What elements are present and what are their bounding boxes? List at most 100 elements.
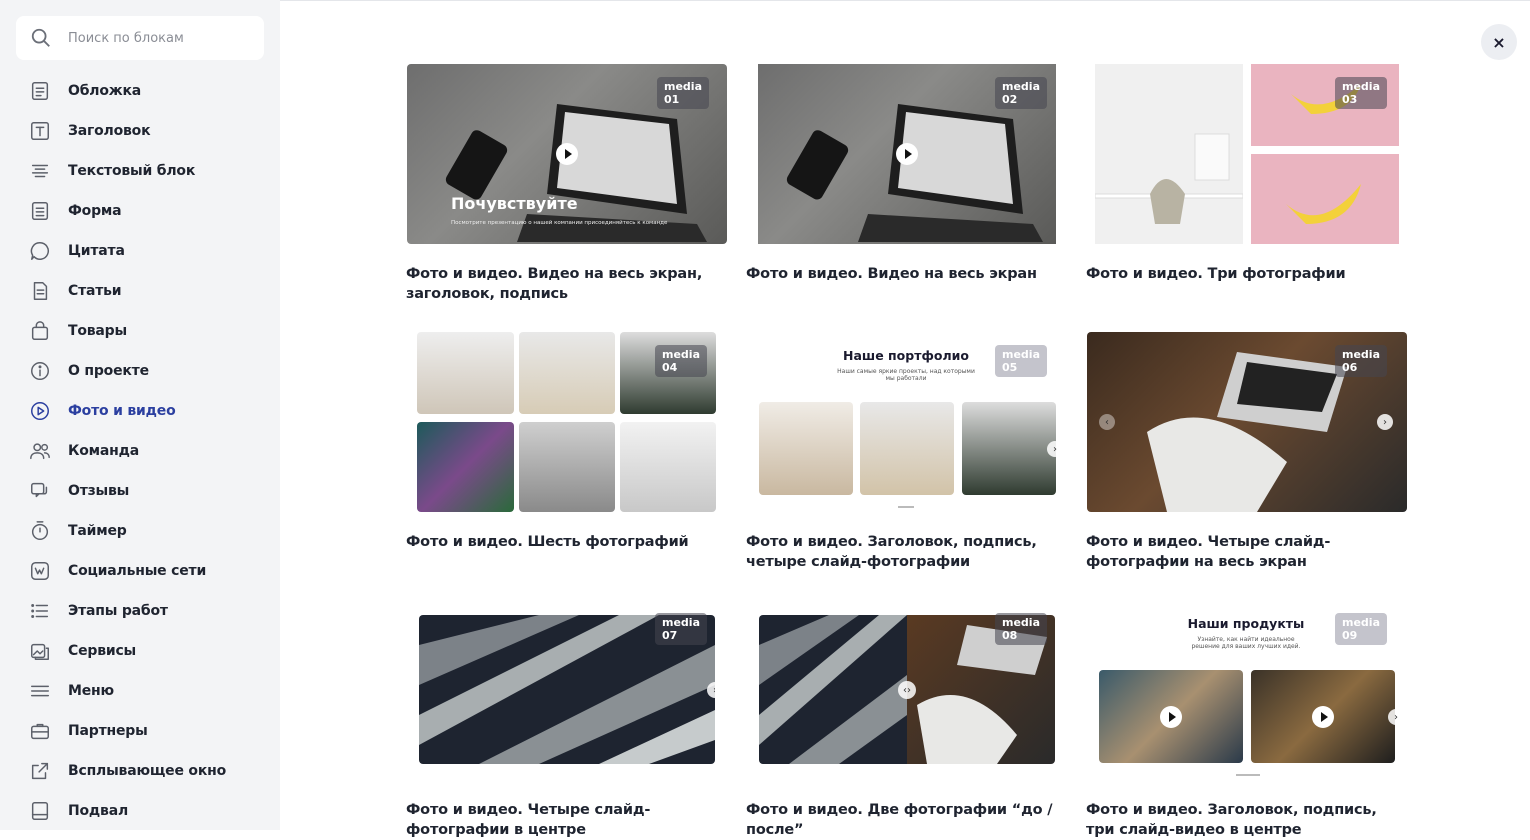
inner-subtitle: Узнайте, как найти идеальное решение для… (1191, 636, 1301, 650)
photo-1 (417, 332, 514, 414)
sidebar-item-label: Партнеры (68, 723, 148, 739)
media-badge: media 06 (1335, 345, 1387, 377)
close-button[interactable]: × (1481, 24, 1517, 60)
sidebar-item-0[interactable]: Обложка (0, 71, 280, 111)
card-caption: Фото и видео. Заголовок, подпись, три сл… (1086, 802, 1377, 838)
overlay-title: Почувствуйте (451, 194, 578, 213)
text-icon (29, 160, 51, 182)
photo-6 (620, 422, 716, 512)
media-badge: media 05 (995, 345, 1047, 377)
sidebar-item-3[interactable]: Форма (0, 191, 280, 231)
play-icon (1312, 706, 1334, 728)
sidebar-item-label: Фото и видео (68, 403, 176, 419)
sidebar-item-label: Форма (68, 203, 122, 219)
card-caption: Фото и видео. Заголовок, подпись, четыре… (746, 534, 1037, 570)
quote-icon (29, 240, 51, 262)
sidebar-item-14[interactable]: Сервисы (0, 631, 280, 671)
heading-icon (29, 120, 51, 142)
list-icon (29, 600, 51, 622)
sidebar-item-label: Социальные сети (68, 563, 207, 579)
services-icon (29, 640, 51, 662)
sidebar-item-label: Заголовок (68, 123, 151, 139)
sidebar-item-12[interactable]: Социальные сети (0, 551, 280, 591)
photo-banana-2 (1251, 154, 1399, 244)
card-caption: Фото и видео. Видео на весь экран (746, 266, 1037, 282)
card-caption: Фото и видео. Три фотографии (1086, 266, 1346, 282)
search-box[interactable] (16, 16, 264, 60)
photo-2 (519, 332, 615, 414)
media-badge: media 09 (1335, 613, 1387, 645)
sidebar-item-11[interactable]: Таймер (0, 511, 280, 551)
media-badge: media 08 (995, 613, 1047, 645)
media-badge: media 02 (995, 77, 1047, 109)
sidebar-item-label: Этапы работ (68, 603, 168, 619)
sidebar-item-label: Сервисы (68, 643, 137, 659)
card-caption: Фото и видео. Две фотографии “до / после… (746, 802, 1053, 838)
search-icon (31, 28, 50, 47)
play-icon (1160, 706, 1182, 728)
sidebar-item-4[interactable]: Цитата (0, 231, 280, 271)
briefcase-icon (29, 720, 51, 742)
media-badge: media 04 (655, 345, 707, 377)
photo-1 (759, 402, 853, 495)
articles-icon (29, 280, 51, 302)
chevron-right-icon: › (1047, 441, 1063, 457)
sidebar-item-2[interactable]: Текстовый блок (0, 151, 280, 191)
popup-icon (29, 760, 51, 782)
sidebar-item-label: Подвал (68, 803, 129, 819)
photo-4 (417, 422, 514, 512)
card-caption: Фото и видео. Шесть фотографий (406, 534, 689, 550)
sidebar-item-label: Статьи (68, 283, 122, 299)
chevron-left-icon: ‹ (1099, 414, 1115, 430)
sidebar-item-label: О проекте (68, 363, 149, 379)
compare-handle-icon: ‹› (898, 681, 916, 699)
sidebar: Обложка Заголовок Текстовый блок Форма Цитат… (0, 0, 280, 830)
sidebar-item-label: Таймер (68, 523, 127, 539)
sidebar-item-8[interactable]: Фото и видео (0, 391, 280, 431)
media-badge: media 03 (1335, 77, 1387, 109)
photo-3 (962, 402, 1056, 495)
sidebar-item-13[interactable]: Этапы работ (0, 591, 280, 631)
media-badge: media 07 (655, 613, 707, 645)
bag-icon (29, 320, 51, 342)
sidebar-item-18[interactable]: Подвал (0, 791, 280, 831)
play-circle-icon (29, 400, 51, 422)
sidebar-item-17[interactable]: Всплывающее окно (0, 751, 280, 791)
media-badge: media 01 (657, 77, 709, 109)
sidebar-item-label: Отзывы (68, 483, 130, 499)
photo-5 (519, 422, 615, 512)
sidebar-item-6[interactable]: Товары (0, 311, 280, 351)
vk-icon (29, 560, 51, 582)
block-category-nav: Обложка Заголовок Текстовый блок Форма Цитат… (0, 71, 280, 831)
photo-before (759, 615, 907, 764)
sidebar-item-1[interactable]: Заголовок (0, 111, 280, 151)
card-caption: Фото и видео. Видео на весь экран, загол… (406, 266, 703, 302)
card-caption: Фото и видео. Четыре слайд-фотографии в … (406, 802, 651, 838)
menu-icon (29, 680, 51, 702)
slider-dots (1236, 774, 1260, 776)
timer-icon (29, 520, 51, 542)
sidebar-item-9[interactable]: Команда (0, 431, 280, 471)
sidebar-item-label: Товары (68, 323, 127, 339)
team-icon (29, 440, 51, 462)
sidebar-item-5[interactable]: Статьи (0, 271, 280, 311)
sidebar-item-10[interactable]: Отзывы (0, 471, 280, 511)
search-input[interactable] (68, 30, 248, 46)
sidebar-item-15[interactable]: Меню (0, 671, 280, 711)
video-2 (1251, 670, 1395, 763)
slider-dots (898, 506, 914, 508)
play-icon (896, 143, 918, 165)
sidebar-item-7[interactable]: О проекте (0, 351, 280, 391)
form-icon (29, 200, 51, 222)
photo-chair (1095, 64, 1243, 244)
sidebar-item-label: Всплывающее окно (68, 763, 227, 779)
footer-icon (29, 800, 51, 822)
play-icon (556, 143, 578, 165)
photo-2 (860, 402, 954, 495)
sidebar-item-label: Меню (68, 683, 114, 699)
cover-icon (29, 80, 51, 102)
chevron-right-icon: › (1388, 709, 1404, 725)
sidebar-item-16[interactable]: Партнеры (0, 711, 280, 751)
inner-subtitle: Наши самые яркие проекты, над которыми м… (837, 368, 975, 382)
chevron-right-icon: › (1377, 414, 1393, 430)
